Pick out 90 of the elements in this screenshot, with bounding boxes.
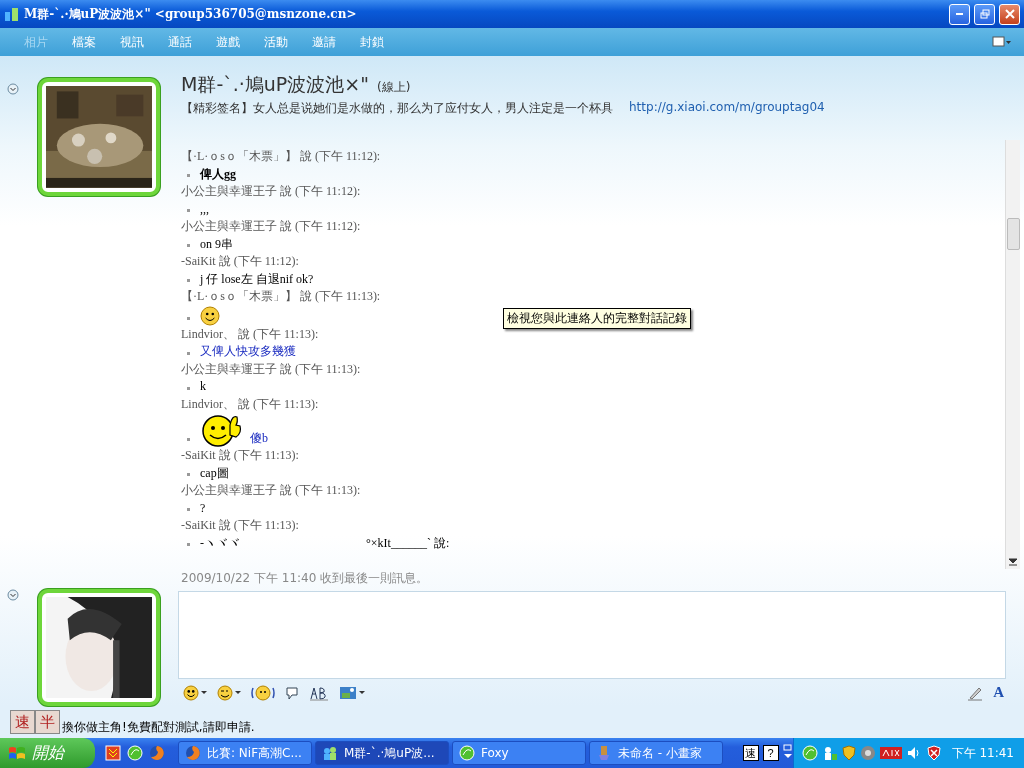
speech-bubble-icon <box>285 685 299 700</box>
close-button[interactable] <box>999 3 1020 25</box>
tooltip: 檢視您與此連絡人的完整對話記錄 <box>503 308 691 329</box>
caret-icon <box>235 691 241 694</box>
swoosh-circle-icon <box>459 745 475 761</box>
security-alert-icon[interactable] <box>925 745 942 761</box>
clock: 下午 11:41 <box>951 744 1014 762</box>
picture-icon <box>339 685 357 700</box>
caret-icon <box>201 691 207 694</box>
scrollbar-thumb[interactable] <box>1007 218 1020 250</box>
taskbar-button[interactable]: 比賽: NiF高潮C... <box>178 741 312 765</box>
disc-icon[interactable] <box>859 745 876 761</box>
message-text: on 9串 <box>200 235 233 253</box>
taskbar-button[interactable]: 未命名 - 小畫家 <box>589 741 723 765</box>
ad-button[interactable]: 半 <box>35 710 60 734</box>
messenger-icon <box>4 6 20 22</box>
wink-button[interactable] <box>215 682 243 703</box>
messenger-icon <box>322 745 338 761</box>
swoosh-circle-icon[interactable] <box>127 745 143 761</box>
tray-badge-icon[interactable] <box>879 746 902 760</box>
ad-button[interactable]: 速 <box>10 710 35 734</box>
message-text: 傻b <box>250 429 268 447</box>
message-header: Lindvior、 說 (下午 11:13): <box>181 325 320 343</box>
message-text: 又俾人快攻多幾獲 <box>200 343 296 360</box>
message-header: 【·L·ｏsｏ「木票」】 說 (下午 11:12): <box>181 148 382 165</box>
message-text: k <box>200 378 206 395</box>
smiley-icon <box>183 684 199 701</box>
message-text: °×kIt______` 說: <box>366 534 450 552</box>
taskbar-button[interactable]: Foxy <box>452 741 586 765</box>
signature-text: 【精彩签名】女人总是说她们是水做的，那么为了应付女人，男人注定是一个杯具 <box>181 100 613 117</box>
collapse-icon[interactable] <box>7 83 19 95</box>
status-text: 2009/10/22 下午 11:40 收到最後一則訊息。 <box>180 570 430 587</box>
message-text: j 仔 lose左 自退nif ok? <box>200 270 314 288</box>
message-header: 小公主與幸運王子 說 (下午 11:13): <box>181 360 362 378</box>
window-title: M群-`.·鳩uP波波池×" <group536705@msnzone.cn> <box>24 5 358 23</box>
minimize-button[interactable] <box>949 3 970 25</box>
scrollbar[interactable] <box>1005 140 1020 569</box>
shield-icon[interactable] <box>841 745 856 761</box>
restore-icon <box>979 9 990 19</box>
font-icon <box>309 684 329 701</box>
message-header: 小公主與幸運王子 說 (下午 11:12): <box>181 218 362 235</box>
menu-item[interactable]: 活動 <box>252 33 300 51</box>
message-text: -ヽヾヾ <box>200 534 240 552</box>
menu-item[interactable]: 通話 <box>156 33 204 51</box>
start-button[interactable]: 開始 <box>0 738 95 768</box>
taskbar-button[interactable]: M群-`.·鳩uP波... <box>315 741 449 765</box>
scroll-down-icon[interactable] <box>1009 558 1017 566</box>
wink-icon <box>217 684 233 701</box>
message-header: 【·L·ｏsｏ「木票」】 說 (下午 11:13): <box>181 288 382 305</box>
input-method-button[interactable]: 速 <box>742 745 759 761</box>
message-header: 小公主與幸運王子 說 (下午 11:12): <box>181 183 362 200</box>
swoosh-circle-icon[interactable] <box>801 745 818 761</box>
message-header: 小公主與幸運王子 說 (下午 11:13): <box>181 482 362 499</box>
paint-brush-icon <box>596 745 612 761</box>
collapse-icon[interactable] <box>7 589 19 601</box>
emoticon-button[interactable] <box>181 682 209 703</box>
thumbs-up-smiley-icon <box>200 413 244 447</box>
restore-button[interactable] <box>974 3 995 25</box>
message-header: -SaiKit 說 (下午 11:13): <box>181 517 300 534</box>
contact-name: M群-`.·鳩uP波波池×" <box>181 73 369 95</box>
caret-icon <box>359 691 365 694</box>
menu-item[interactable]: 視訊 <box>108 33 156 51</box>
download-icon[interactable] <box>105 745 121 761</box>
nudge-icon <box>251 684 275 701</box>
message-header: Lindvior、 說 (下午 11:13): <box>181 395 320 413</box>
message-text: 俾人gg <box>200 165 236 183</box>
message-header: -SaiKit 說 (下午 11:12): <box>181 253 300 270</box>
volume-icon[interactable] <box>905 745 922 761</box>
menu-item[interactable]: 邀請 <box>300 33 348 51</box>
message-input[interactable] <box>178 591 1006 679</box>
ad-text: 換你做主角!免費配對測試,請即申請. <box>62 718 255 736</box>
menu-item[interactable]: 檔案 <box>60 33 108 51</box>
message-text: ? <box>200 499 206 517</box>
contact-status: (線上) <box>377 80 411 94</box>
menu-item[interactable]: 封鎖 <box>348 33 396 51</box>
smiley-icon <box>200 305 220 326</box>
message-header: -SaiKit 說 (下午 11:13): <box>181 447 300 464</box>
close-icon <box>1004 9 1015 19</box>
nudge-button[interactable] <box>249 682 277 703</box>
signature-link[interactable]: http://g.xiaoi.com/m/grouptag04 <box>629 100 825 117</box>
minimize-icon <box>956 13 963 15</box>
menu-item[interactable]: 遊戲 <box>204 33 252 51</box>
windows-logo-icon <box>8 745 26 761</box>
message-text: cap圖 <box>200 464 229 482</box>
message-text: ,,, <box>200 200 209 218</box>
firefox-icon[interactable] <box>149 745 165 761</box>
layout-menu-icon[interactable] <box>992 35 1012 49</box>
help-button[interactable]: ? <box>762 745 779 761</box>
firefox-icon <box>185 745 201 761</box>
font-button[interactable]: A <box>991 684 1006 701</box>
